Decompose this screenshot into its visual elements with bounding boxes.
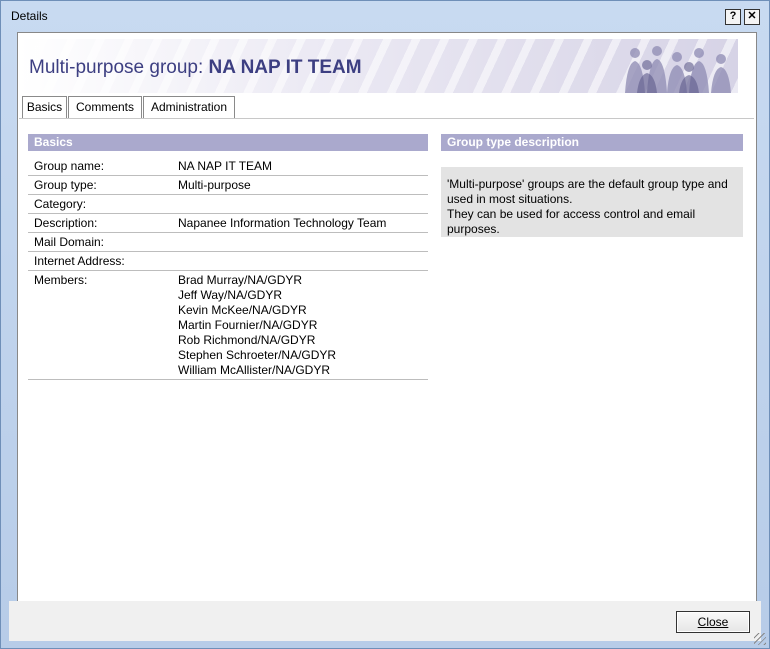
field-label: Members: [34, 273, 88, 287]
field-row-category: Category: [28, 195, 428, 214]
member-item: Martin Fournier/NA/GDYR [178, 318, 318, 332]
field-row-description: Description: Napanee Information Technol… [28, 214, 428, 233]
field-value: Napanee Information Technology Team [178, 216, 387, 230]
dialog-footer: Close [9, 601, 761, 641]
member-item: Kevin McKee/NA/GDYR [178, 303, 307, 317]
field-label: Description: [34, 216, 98, 230]
group-type-description: 'Multi-purpose' groups are the default g… [441, 167, 743, 237]
field-label: Group name: [34, 159, 105, 173]
field-label: Category: [34, 197, 87, 211]
description-text: They can be used for access control and … [447, 207, 696, 221]
member-item: Rob Richmond/NA/GDYR [178, 333, 316, 347]
title-bar[interactable]: Details ? ✕ [1, 1, 769, 31]
group-type-section-header: Group type description [441, 134, 743, 151]
field-value: Multi-purpose [178, 178, 251, 192]
content-frame: Multi-purpose group: NA NAP IT TEAM Basi… [17, 32, 757, 602]
close-window-button[interactable]: ✕ [744, 9, 760, 25]
members-list: Brad Murray/NA/GDYR Jeff Way/NA/GDYR Kev… [178, 273, 336, 378]
field-row-group-name: Group name: NA NAP IT TEAM [28, 157, 428, 176]
tab-divider [19, 118, 754, 119]
member-item: Stephen Schroeter/NA/GDYR [178, 348, 337, 362]
resize-grip[interactable] [754, 633, 766, 645]
description-text: used in most situations. [447, 192, 573, 206]
window-title: Details [11, 9, 48, 23]
description-text: purposes. [447, 222, 500, 236]
field-label: Mail Domain: [34, 235, 105, 249]
field-row-members: Members: Brad Murray/NA/GDYR Jeff Way/NA… [28, 271, 428, 380]
help-button[interactable]: ? [725, 9, 741, 25]
field-value: NA NAP IT TEAM [178, 159, 273, 173]
field-row-group-type: Group type: Multi-purpose [28, 176, 428, 195]
close-button[interactable]: Close [676, 611, 750, 633]
field-label: Group type: [34, 178, 97, 192]
people-image [625, 46, 731, 93]
tab-administration[interactable]: Administration [143, 96, 235, 118]
description-text: 'Multi-purpose' groups are the default g… [447, 177, 728, 191]
group-name-title: NA NAP IT TEAM [208, 57, 362, 78]
basics-section-header: Basics [28, 134, 428, 151]
tab-basics[interactable]: Basics [22, 96, 67, 119]
field-label: Internet Address: [34, 254, 125, 268]
field-row-internet-address: Internet Address: [28, 252, 428, 271]
member-item: Brad Murray/NA/GDYR [178, 273, 303, 287]
member-item: William McAllister/NA/GDYR [178, 363, 331, 377]
page-title: Multi-purpose group: NA NAP IT TEAM [29, 57, 362, 79]
tab-comments[interactable]: Comments [68, 96, 142, 118]
member-item: Jeff Way/NA/GDYR [178, 288, 283, 302]
group-type-prefix: Multi-purpose group: [29, 57, 209, 78]
header-banner: Multi-purpose group: NA NAP IT TEAM [19, 39, 738, 93]
field-row-mail-domain: Mail Domain: [28, 233, 428, 252]
details-window: Details ? ✕ Multi-purpose group: NA NAP … [0, 0, 770, 649]
